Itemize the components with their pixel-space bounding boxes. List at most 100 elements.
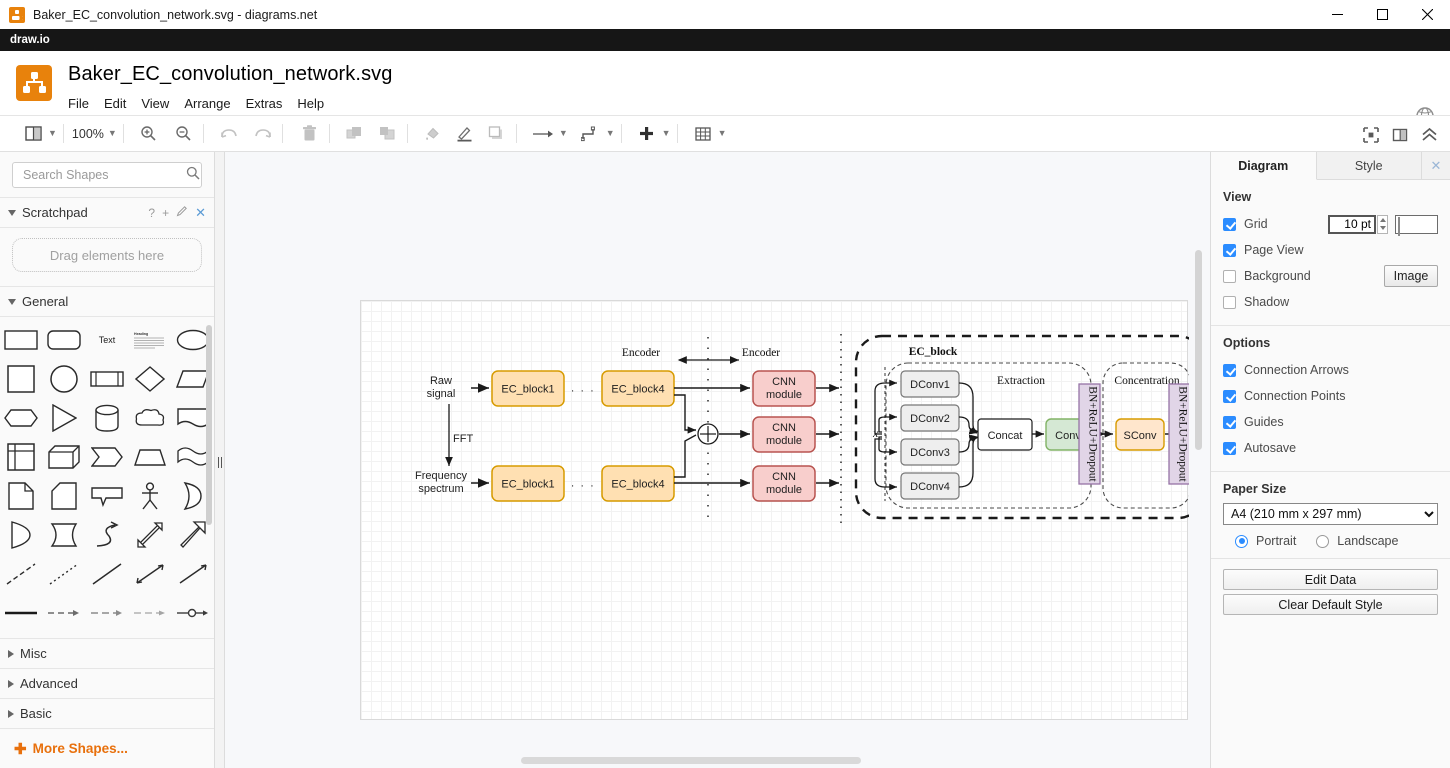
- table-caret-icon[interactable]: ▼: [718, 129, 727, 138]
- portrait-radio[interactable]: [1235, 534, 1248, 548]
- guides-checkbox[interactable]: [1223, 415, 1236, 429]
- connection-arrows-checkbox[interactable]: [1223, 363, 1236, 377]
- circle-shape[interactable]: [46, 364, 83, 393]
- insert-plus-icon[interactable]: [634, 121, 660, 147]
- zoom-level-label[interactable]: 100%: [70, 127, 106, 141]
- search-input-wrapper[interactable]: [12, 162, 202, 188]
- format-panel-icon[interactable]: [1387, 122, 1413, 148]
- edge-style-caret-icon[interactable]: ▼: [606, 129, 615, 138]
- question-icon[interactable]: ?: [148, 206, 155, 220]
- connection-arrow-icon[interactable]: [529, 121, 557, 147]
- scratchpad-dropzone[interactable]: Drag elements here: [12, 238, 202, 272]
- cylinder-shape[interactable]: [88, 403, 125, 432]
- line-color-icon[interactable]: [452, 121, 478, 147]
- close-icon[interactable]: ✕: [1422, 152, 1450, 179]
- view-layout-icon[interactable]: [20, 121, 46, 147]
- step-shape[interactable]: [88, 442, 125, 471]
- autosave-checkbox[interactable]: [1223, 441, 1236, 455]
- card-shape[interactable]: [46, 481, 83, 510]
- diagram-canvas[interactable]: Raw signal Frequency spectrum FFT EC_blo…: [225, 152, 1210, 768]
- sidebar-section-scratchpad[interactable]: Scratchpad ? + ✕: [0, 198, 214, 227]
- collapse-chevrons-icon[interactable]: [1416, 122, 1442, 148]
- table-icon[interactable]: [690, 121, 716, 147]
- clear-default-style-button[interactable]: Clear Default Style: [1223, 594, 1438, 615]
- menu-view[interactable]: View: [141, 94, 178, 113]
- square-shape[interactable]: [3, 364, 40, 393]
- edit-data-button[interactable]: Edit Data: [1223, 569, 1438, 590]
- search-icon[interactable]: [186, 166, 200, 185]
- background-checkbox[interactable]: [1223, 269, 1236, 283]
- menu-edit[interactable]: Edit: [104, 94, 135, 113]
- curve-shape[interactable]: [88, 520, 125, 549]
- menu-file[interactable]: File: [68, 94, 98, 113]
- view-layout-caret-icon[interactable]: ▼: [48, 129, 57, 138]
- plus-icon[interactable]: +: [162, 206, 169, 220]
- callout-shape[interactable]: [88, 481, 125, 510]
- pencil-icon[interactable]: [176, 205, 188, 220]
- search-input[interactable]: [21, 167, 186, 183]
- fullscreen-icon[interactable]: [1358, 122, 1384, 148]
- and-shape[interactable]: [3, 520, 40, 549]
- minimize-button[interactable]: [1315, 0, 1360, 29]
- page-view-checkbox[interactable]: [1223, 243, 1236, 257]
- canvas-horizontal-scrollbar[interactable]: [521, 757, 861, 764]
- dashed-line-shape[interactable]: [3, 559, 40, 588]
- zoom-out-icon[interactable]: [171, 121, 197, 147]
- text-shape[interactable]: Text: [88, 325, 125, 354]
- directional-connector-shape[interactable]: [174, 559, 211, 588]
- close-button[interactable]: [1405, 0, 1450, 29]
- grid-size-input[interactable]: 10 pt: [1328, 214, 1376, 234]
- shape-palette-scroll[interactable]: Text Heading: [0, 317, 214, 638]
- sidebar-section-advanced[interactable]: Advanced: [0, 669, 214, 698]
- dashed-arrow-shape[interactable]: [46, 598, 83, 627]
- trapezoid-shape[interactable]: [131, 442, 168, 471]
- insert-caret-icon[interactable]: ▼: [662, 129, 671, 138]
- line-shape[interactable]: [88, 559, 125, 588]
- heading-text-shape[interactable]: Heading: [131, 325, 168, 354]
- menu-extras[interactable]: Extras: [246, 94, 292, 113]
- bidirectional-connector-shape[interactable]: [131, 559, 168, 588]
- rectangle-shape[interactable]: [3, 325, 40, 354]
- sidebar-section-general[interactable]: General: [0, 287, 214, 316]
- paper-size-select[interactable]: A4 (210 mm x 297 mm): [1223, 503, 1438, 525]
- dotted-line-shape[interactable]: [46, 559, 83, 588]
- process-shape[interactable]: [88, 364, 125, 393]
- sidebar-section-misc[interactable]: Misc: [0, 639, 214, 668]
- tab-style[interactable]: Style: [1317, 152, 1422, 179]
- landscape-radio[interactable]: [1316, 534, 1330, 548]
- diagram-page[interactable]: Raw signal Frequency spectrum FFT EC_blo…: [360, 300, 1189, 720]
- dotted-arrow-shape[interactable]: [131, 598, 168, 627]
- splitter-grip[interactable]: [218, 457, 222, 468]
- shadow-checkbox[interactable]: [1223, 295, 1236, 309]
- sidebar-splitter[interactable]: [215, 152, 225, 768]
- diamond-shape[interactable]: [131, 364, 168, 393]
- arrow-shape[interactable]: [174, 520, 211, 549]
- sidebar-section-basic[interactable]: Basic: [0, 699, 214, 728]
- connection-arrow-caret-icon[interactable]: ▼: [559, 129, 568, 138]
- hexagon-shape[interactable]: [3, 403, 40, 432]
- note-shape[interactable]: [3, 481, 40, 510]
- connection-points-checkbox[interactable]: [1223, 389, 1236, 403]
- circle-arrow-shape[interactable]: [174, 598, 211, 627]
- tab-diagram[interactable]: Diagram: [1211, 152, 1317, 180]
- maximize-button[interactable]: [1360, 0, 1405, 29]
- background-image-button[interactable]: Image: [1384, 265, 1438, 287]
- triangle-shape[interactable]: [46, 403, 83, 432]
- menu-help[interactable]: Help: [297, 94, 333, 113]
- cube-shape[interactable]: [46, 442, 83, 471]
- zoom-caret-icon[interactable]: ▼: [108, 129, 117, 138]
- menu-arrange[interactable]: Arrange: [184, 94, 239, 113]
- grid-size-stepper[interactable]: [1377, 214, 1388, 234]
- cloud-shape[interactable]: [131, 403, 168, 432]
- link-shape[interactable]: [3, 598, 40, 627]
- rounded-rectangle-shape[interactable]: [46, 325, 83, 354]
- internal-storage-shape[interactable]: [3, 442, 40, 471]
- canvas-vertical-scrollbar[interactable]: [1195, 250, 1202, 450]
- more-shapes-button[interactable]: ✚ More Shapes...: [0, 728, 214, 768]
- zoom-in-icon[interactable]: [136, 121, 162, 147]
- actor-shape[interactable]: [131, 481, 168, 510]
- grid-checkbox[interactable]: [1223, 217, 1236, 231]
- bidirectional-arrow-shape[interactable]: [131, 520, 168, 549]
- dashed-arrow2-shape[interactable]: [88, 598, 125, 627]
- shape-palette-scrollbar[interactable]: [206, 325, 212, 525]
